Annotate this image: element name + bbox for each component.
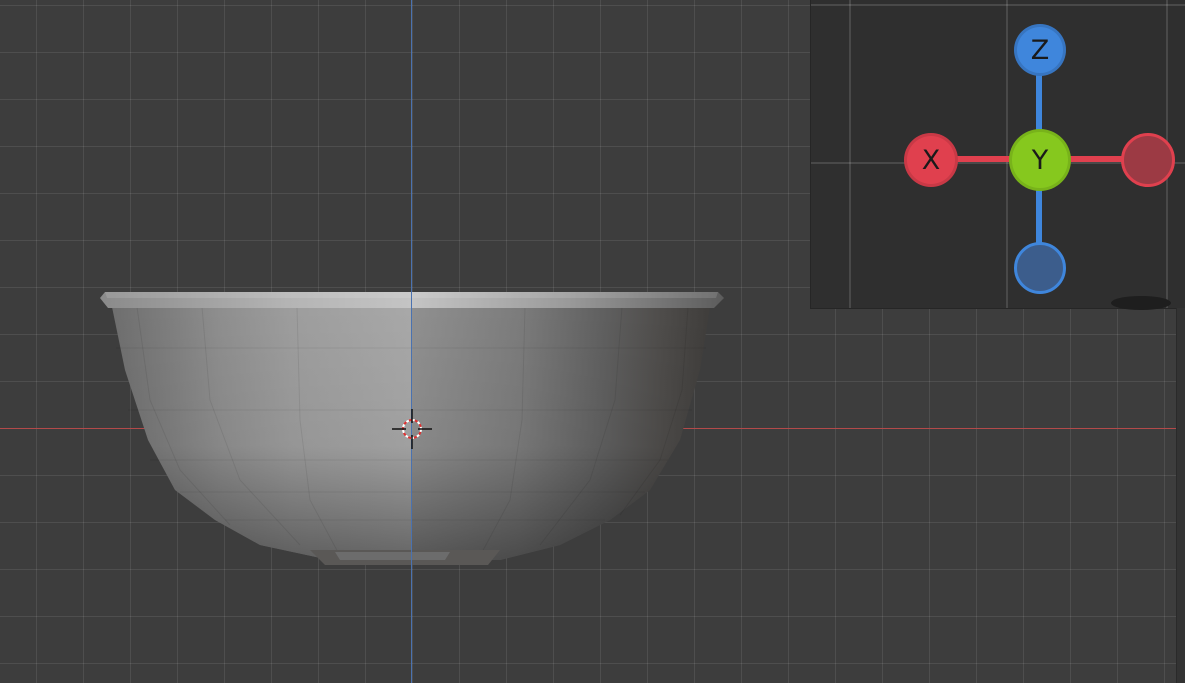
gizmo-grid-line (811, 4, 1185, 6)
gizmo-z-label: Z (1030, 34, 1050, 66)
gizmo-z-axis-button[interactable]: Z (1014, 24, 1066, 76)
gizmo-x-label: X (921, 144, 941, 176)
gizmo-y-label: Y (1031, 144, 1049, 176)
gizmo-shadow (1111, 296, 1171, 310)
3d-cursor-icon[interactable] (392, 409, 432, 449)
z-axis-line (411, 0, 412, 683)
navigation-gizmo[interactable]: Z X Y (810, 0, 1185, 310)
viewport-edge-scrollbar[interactable] (1176, 308, 1185, 683)
gizmo-grid-line (1006, 0, 1008, 308)
gizmo-grid-line (849, 0, 851, 308)
3d-viewport[interactable]: Z X Y (0, 0, 1185, 683)
gizmo-x-negative-button[interactable] (1121, 133, 1175, 187)
gizmo-z-negative-button[interactable] (1014, 242, 1066, 294)
gizmo-x-axis-button[interactable]: X (904, 133, 958, 187)
gizmo-y-axis-button[interactable]: Y (1009, 129, 1071, 191)
